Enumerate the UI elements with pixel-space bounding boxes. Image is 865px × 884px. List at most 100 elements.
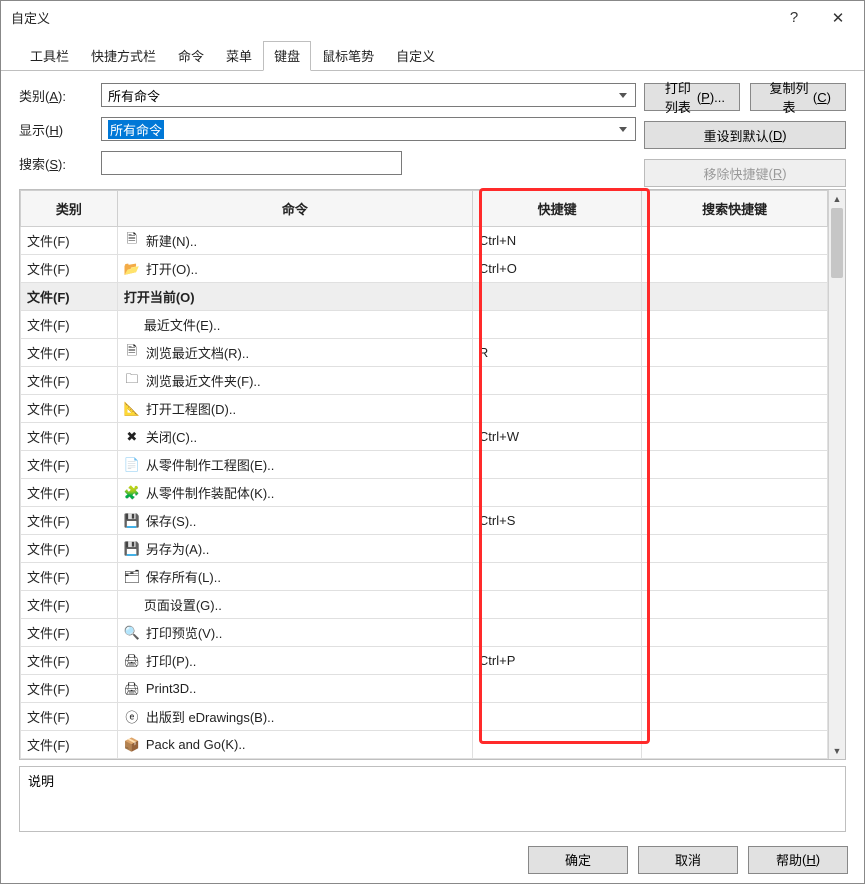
cell-shortcut[interactable]: R bbox=[472, 339, 641, 367]
column-header[interactable]: 快捷键 bbox=[472, 191, 641, 227]
saveall-icon: 🗂 bbox=[124, 569, 140, 585]
cell-search-shortcut[interactable] bbox=[642, 311, 828, 339]
table-row[interactable]: 文件(F)💾另存为(A).. bbox=[21, 535, 828, 563]
column-header[interactable]: 搜索快捷键 bbox=[642, 191, 828, 227]
command-label: Pack and Go(K).. bbox=[146, 737, 246, 752]
cell-shortcut[interactable] bbox=[472, 703, 641, 731]
table-row[interactable]: 文件(F)最近文件(E).. bbox=[21, 311, 828, 339]
reset-default-button[interactable]: 重设到默认(D) bbox=[644, 121, 846, 149]
cell-shortcut[interactable]: Ctrl+O bbox=[472, 255, 641, 283]
close-button[interactable]: ✕ bbox=[816, 3, 860, 33]
cell-search-shortcut[interactable] bbox=[642, 647, 828, 675]
cell-shortcut[interactable] bbox=[472, 591, 641, 619]
table-row[interactable]: 文件(F)🔍打印预览(V).. bbox=[21, 619, 828, 647]
shortcut-table-scroll[interactable]: 类别命令快捷键搜索快捷键 文件(F)🗎新建(N)..Ctrl+N文件(F)📂打开… bbox=[20, 190, 828, 759]
cell-search-shortcut[interactable] bbox=[642, 675, 828, 703]
tab-菜单[interactable]: 菜单 bbox=[215, 41, 263, 71]
vertical-scrollbar[interactable]: ▲ ▼ bbox=[828, 190, 845, 759]
cell-search-shortcut[interactable] bbox=[642, 619, 828, 647]
cell-shortcut[interactable] bbox=[472, 367, 641, 395]
cell-shortcut[interactable] bbox=[472, 479, 641, 507]
tab-键盘[interactable]: 键盘 bbox=[263, 41, 311, 71]
cell-search-shortcut[interactable] bbox=[642, 591, 828, 619]
table-row[interactable]: 文件(F)🗂保存所有(L).. bbox=[21, 563, 828, 591]
cell-shortcut[interactable] bbox=[472, 451, 641, 479]
table-row[interactable]: 文件(F)🗎新建(N)..Ctrl+N bbox=[21, 227, 828, 255]
cell-shortcut[interactable]: Ctrl+N bbox=[472, 227, 641, 255]
cell-shortcut[interactable]: Ctrl+W bbox=[472, 423, 641, 451]
cell-search-shortcut[interactable] bbox=[642, 283, 828, 311]
cell-shortcut[interactable] bbox=[472, 535, 641, 563]
cell-command: 页面设置(G).. bbox=[117, 591, 472, 619]
show-combo[interactable]: 所有命令 bbox=[101, 117, 636, 141]
cell-search-shortcut[interactable] bbox=[642, 255, 828, 283]
cell-shortcut[interactable] bbox=[472, 563, 641, 591]
cell-shortcut[interactable] bbox=[472, 395, 641, 423]
cell-shortcut[interactable]: Ctrl+S bbox=[472, 507, 641, 535]
shortcut-table: 类别命令快捷键搜索快捷键 文件(F)🗎新建(N)..Ctrl+N文件(F)📂打开… bbox=[20, 190, 828, 759]
tab-命令[interactable]: 命令 bbox=[167, 41, 215, 71]
table-row[interactable]: 文件(F)🖨打印(P)..Ctrl+P bbox=[21, 647, 828, 675]
tab-快捷方式栏[interactable]: 快捷方式栏 bbox=[80, 41, 167, 71]
cell-search-shortcut[interactable] bbox=[642, 731, 828, 759]
cell-command: ⓔ出版到 eDrawings(B).. bbox=[117, 703, 472, 731]
print3d-icon: 🖨 bbox=[124, 681, 140, 697]
table-row[interactable]: 文件(F)✖关闭(C)..Ctrl+W bbox=[21, 423, 828, 451]
tab-鼠标笔势[interactable]: 鼠标笔势 bbox=[311, 41, 385, 71]
table-row[interactable]: 文件(F)📂打开(O)..Ctrl+O bbox=[21, 255, 828, 283]
remove-shortcut-button: 移除快捷键(R) bbox=[644, 159, 846, 187]
table-row[interactable]: 文件(F)页面设置(G).. bbox=[21, 591, 828, 619]
search-input[interactable] bbox=[101, 151, 402, 175]
cell-search-shortcut[interactable] bbox=[642, 423, 828, 451]
titlebar: 自定义 ? ✕ bbox=[1, 1, 864, 34]
table-row[interactable]: 文件(F)🖨Print3D.. bbox=[21, 675, 828, 703]
shortcut-table-wrap: 类别命令快捷键搜索快捷键 文件(F)🗎新建(N)..Ctrl+N文件(F)📂打开… bbox=[19, 189, 846, 760]
table-row[interactable]: 文件(F)🗀浏览最近文件夹(F).. bbox=[21, 367, 828, 395]
tab-工具栏[interactable]: 工具栏 bbox=[19, 41, 80, 71]
cell-search-shortcut[interactable] bbox=[642, 395, 828, 423]
cell-shortcut[interactable] bbox=[472, 283, 641, 311]
scroll-up-icon[interactable]: ▲ bbox=[829, 190, 845, 207]
table-row[interactable]: 文件(F)📄从零件制作工程图(E).. bbox=[21, 451, 828, 479]
cell-search-shortcut[interactable] bbox=[642, 563, 828, 591]
ok-button[interactable]: 确定 bbox=[528, 846, 628, 874]
help-footer-button[interactable]: 帮助(H) bbox=[748, 846, 848, 874]
cell-command: 💾另存为(A).. bbox=[117, 535, 472, 563]
column-header[interactable]: 命令 bbox=[117, 191, 472, 227]
cell-search-shortcut[interactable] bbox=[642, 479, 828, 507]
content-area: 类别(A): 所有命令 显示(H) 所有命令 搜索(S): 打印列表(P)...… bbox=[1, 71, 864, 836]
cell-shortcut[interactable] bbox=[472, 731, 641, 759]
command-label: 打开工程图(D).. bbox=[146, 399, 236, 418]
copy-list-button[interactable]: 复制列表(C) bbox=[750, 83, 846, 111]
cell-shortcut[interactable] bbox=[472, 619, 641, 647]
table-row[interactable]: 文件(F)ⓔ出版到 eDrawings(B).. bbox=[21, 703, 828, 731]
command-label: 从零件制作装配体(K).. bbox=[146, 483, 275, 502]
cell-category: 文件(F) bbox=[21, 535, 118, 563]
cancel-button[interactable]: 取消 bbox=[638, 846, 738, 874]
table-row[interactable]: 文件(F)打开当前(O) bbox=[21, 283, 828, 311]
command-label: 浏览最近文件夹(F).. bbox=[146, 371, 261, 390]
cell-search-shortcut[interactable] bbox=[642, 367, 828, 395]
scroll-thumb[interactable] bbox=[831, 208, 843, 278]
new-icon: 🗎 bbox=[124, 233, 140, 249]
category-combo[interactable]: 所有命令 bbox=[101, 83, 636, 107]
cell-search-shortcut[interactable] bbox=[642, 507, 828, 535]
table-row[interactable]: 文件(F)📦Pack and Go(K).. bbox=[21, 731, 828, 759]
tab-自定义[interactable]: 自定义 bbox=[385, 41, 446, 71]
cell-search-shortcut[interactable] bbox=[642, 535, 828, 563]
cell-shortcut[interactable]: Ctrl+P bbox=[472, 647, 641, 675]
scroll-down-icon[interactable]: ▼ bbox=[829, 742, 845, 759]
column-header[interactable]: 类别 bbox=[21, 191, 118, 227]
help-button[interactable]: ? bbox=[772, 3, 816, 33]
cell-shortcut[interactable] bbox=[472, 311, 641, 339]
cell-search-shortcut[interactable] bbox=[642, 703, 828, 731]
table-row[interactable]: 文件(F)🗎浏览最近文档(R)..R bbox=[21, 339, 828, 367]
table-row[interactable]: 文件(F)🧩从零件制作装配体(K).. bbox=[21, 479, 828, 507]
cell-shortcut[interactable] bbox=[472, 675, 641, 703]
cell-search-shortcut[interactable] bbox=[642, 451, 828, 479]
cell-search-shortcut[interactable] bbox=[642, 227, 828, 255]
table-row[interactable]: 文件(F)📐打开工程图(D).. bbox=[21, 395, 828, 423]
table-row[interactable]: 文件(F)💾保存(S)..Ctrl+S bbox=[21, 507, 828, 535]
cell-search-shortcut[interactable] bbox=[642, 339, 828, 367]
print-list-button[interactable]: 打印列表(P)... bbox=[644, 83, 740, 111]
